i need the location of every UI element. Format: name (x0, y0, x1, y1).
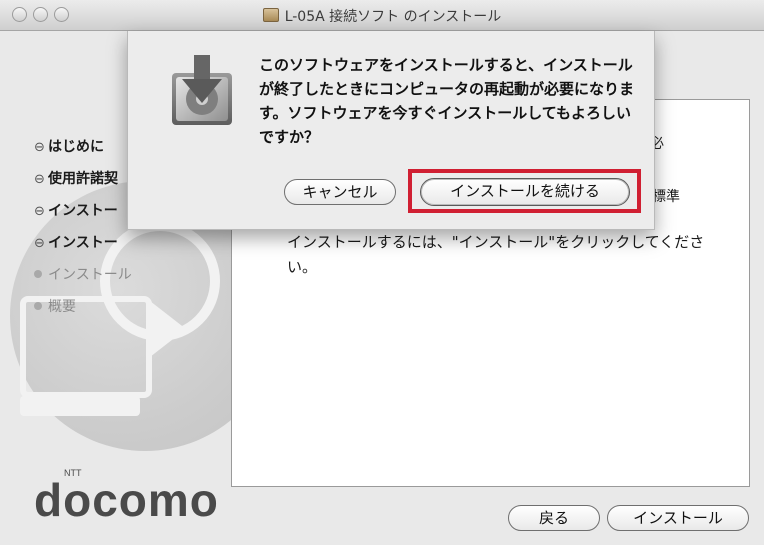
package-icon (262, 8, 279, 22)
step-label: インストール (48, 267, 132, 283)
step-item: ⊖ インストー (34, 231, 132, 263)
window-title-text: L-05A 接続ソフト のインストール (284, 9, 502, 25)
installer-disk-icon (172, 55, 232, 125)
window-title: L-05A 接続ソフト のインストール (0, 6, 764, 26)
step-item: ⊖ はじめに (34, 135, 132, 167)
step-bullet-icon: ⊖ (34, 236, 45, 251)
step-label: 使用許諾契 (48, 171, 118, 187)
step-item: インストール (34, 263, 132, 295)
step-item: 概要 (34, 295, 132, 327)
cancel-button[interactable]: キャンセル (284, 179, 396, 205)
docomo-logo: docomo (34, 474, 219, 526)
install-button[interactable]: インストール (607, 505, 749, 531)
step-label: 概要 (48, 299, 76, 315)
step-bullet-icon: ⊖ (34, 172, 45, 187)
step-dot-icon (34, 270, 42, 278)
title-bar: L-05A 接続ソフト のインストール (0, 0, 764, 31)
installer-window: L-05A 接続ソフト のインストール ⊖ はじめに ⊖ 使用許諾契 ⊖ インストー … (0, 0, 764, 545)
step-item: ⊖ 使用許諾契 (34, 167, 132, 199)
highlight-box (408, 169, 641, 213)
step-label: インストー (48, 235, 118, 251)
step-dot-icon (34, 302, 42, 310)
step-bullet-icon: ⊖ (34, 140, 45, 155)
step-label: インストー (48, 203, 118, 219)
install-instruction-text: インストールするには、"インストール"をクリックしてください。 (287, 233, 705, 276)
arrow-icon (150, 301, 186, 357)
step-item: ⊖ インストー (34, 199, 132, 231)
step-bullet-icon: ⊖ (34, 204, 45, 219)
content-text-fragment: 標準 (652, 189, 680, 205)
step-label: はじめに (48, 139, 104, 155)
restart-confirmation-sheet: このソフトウェアをインストールすると、インストールが終了したときにコンピュータの… (127, 31, 655, 230)
back-button[interactable]: 戻る (508, 505, 600, 531)
install-steps-list: ⊖ はじめに ⊖ 使用許諾契 ⊖ インストー ⊖ インストー インストール 概要 (34, 135, 132, 327)
dialog-message: このソフトウェアをインストールすると、インストールが終了したときにコンピュータの… (259, 56, 635, 146)
monitor-base-icon (20, 396, 140, 416)
